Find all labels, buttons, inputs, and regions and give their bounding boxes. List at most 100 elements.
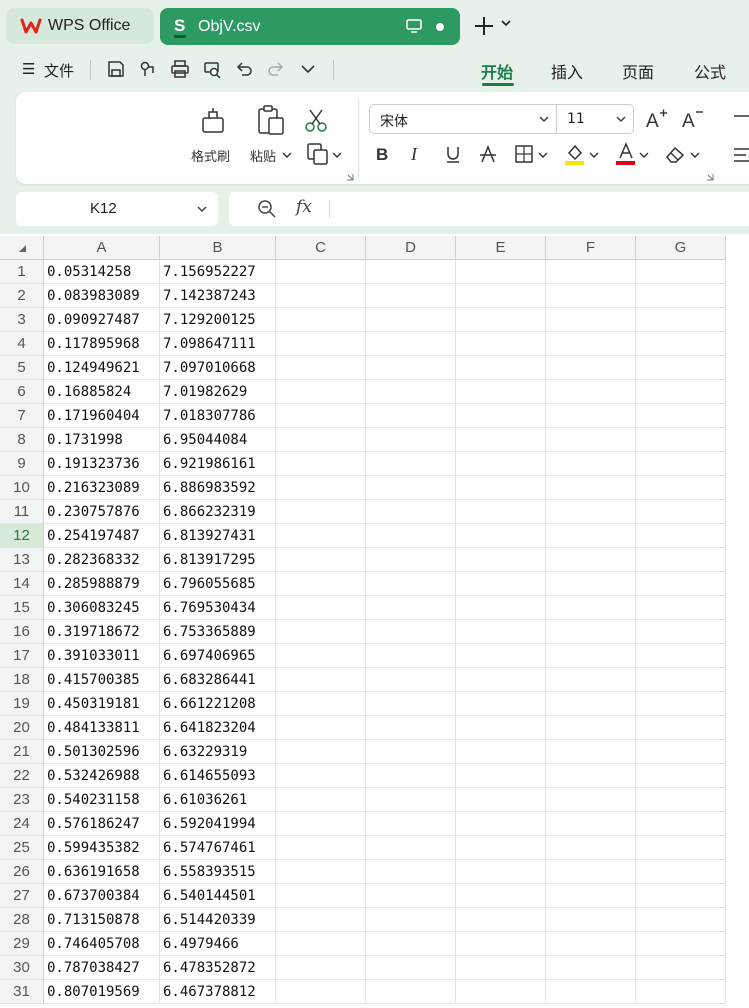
cell-e[interactable]	[456, 548, 546, 572]
paste-icon[interactable]	[256, 104, 286, 136]
cell-e[interactable]	[456, 884, 546, 908]
cell-b[interactable]: 6.467378812	[160, 980, 276, 1004]
cell-e[interactable]	[456, 692, 546, 716]
cell-d[interactable]	[366, 332, 456, 356]
row-header[interactable]: 18	[0, 668, 44, 692]
cell-g[interactable]	[636, 476, 726, 500]
cell-c[interactable]	[276, 932, 366, 956]
cell-a[interactable]: 0.230757876	[44, 500, 160, 524]
cell-f[interactable]	[546, 620, 636, 644]
column-header-b[interactable]: B	[160, 236, 276, 260]
cell-c[interactable]	[276, 308, 366, 332]
cell-d[interactable]	[366, 452, 456, 476]
cell-d[interactable]	[366, 836, 456, 860]
cell-f[interactable]	[546, 572, 636, 596]
clear-chevron-down-icon[interactable]	[690, 151, 700, 159]
cell-b[interactable]: 7.018307786	[160, 404, 276, 428]
cell-a[interactable]: 0.673700384	[44, 884, 160, 908]
cell-c[interactable]	[276, 380, 366, 404]
cell-d[interactable]	[366, 812, 456, 836]
cell-g[interactable]	[636, 380, 726, 404]
cell-f[interactable]	[546, 980, 636, 1004]
spreadsheet-grid[interactable]: A B C D E F G 1 0.05314258 7.156952227 2 0.08398308…	[0, 236, 749, 1008]
cell-b[interactable]: 7.156952227	[160, 260, 276, 284]
cell-a[interactable]: 0.191323736	[44, 452, 160, 476]
cell-d[interactable]	[366, 260, 456, 284]
fill-color-chevron-down-icon[interactable]	[589, 151, 599, 159]
cell-c[interactable]	[276, 404, 366, 428]
cell-b[interactable]: 6.63229319	[160, 740, 276, 764]
row-header[interactable]: 3	[0, 308, 44, 332]
increase-font-icon[interactable]: A	[645, 108, 669, 130]
tab-page[interactable]: 页面	[622, 59, 654, 83]
cell-a[interactable]: 0.540231158	[44, 788, 160, 812]
cell-e[interactable]	[456, 716, 546, 740]
cell-f[interactable]	[546, 260, 636, 284]
paste-chevron-down-icon[interactable]	[282, 151, 292, 159]
cell-d[interactable]	[366, 596, 456, 620]
cell-f[interactable]	[546, 788, 636, 812]
cell-g[interactable]	[636, 788, 726, 812]
row-header[interactable]: 19	[0, 692, 44, 716]
row-header[interactable]: 30	[0, 956, 44, 980]
cell-c[interactable]	[276, 596, 366, 620]
cell-e[interactable]	[456, 980, 546, 1004]
cell-f[interactable]	[546, 500, 636, 524]
cell-a[interactable]: 0.254197487	[44, 524, 160, 548]
borders-icon[interactable]	[514, 144, 534, 164]
cell-f[interactable]	[546, 524, 636, 548]
cell-d[interactable]	[366, 764, 456, 788]
row-header[interactable]: 28	[0, 908, 44, 932]
cell-d[interactable]	[366, 500, 456, 524]
cell-b[interactable]: 6.641823204	[160, 716, 276, 740]
print-preview-icon[interactable]	[202, 59, 222, 79]
cell-e[interactable]	[456, 404, 546, 428]
cell-b[interactable]: 6.478352872	[160, 956, 276, 980]
cell-c[interactable]	[276, 836, 366, 860]
row-header[interactable]: 6	[0, 380, 44, 404]
column-header-a[interactable]: A	[44, 236, 160, 260]
cell-f[interactable]	[546, 452, 636, 476]
cell-a[interactable]: 0.282368332	[44, 548, 160, 572]
cell-c[interactable]	[276, 692, 366, 716]
cell-d[interactable]	[366, 572, 456, 596]
cell-g[interactable]	[636, 764, 726, 788]
cell-g[interactable]	[636, 692, 726, 716]
cell-d[interactable]	[366, 548, 456, 572]
cell-g[interactable]	[636, 620, 726, 644]
cell-g[interactable]	[636, 836, 726, 860]
cell-b[interactable]: 6.558393515	[160, 860, 276, 884]
share-icon[interactable]	[138, 59, 158, 79]
cell-a[interactable]: 0.484133811	[44, 716, 160, 740]
cell-g[interactable]	[636, 428, 726, 452]
row-header[interactable]: 1	[0, 260, 44, 284]
fill-color-icon[interactable]	[564, 142, 586, 166]
cell-e[interactable]	[456, 860, 546, 884]
cell-g[interactable]	[636, 332, 726, 356]
cell-f[interactable]	[546, 740, 636, 764]
cell-c[interactable]	[276, 764, 366, 788]
cell-b[interactable]: 6.813917295	[160, 548, 276, 572]
cell-f[interactable]	[546, 812, 636, 836]
cell-a[interactable]: 0.636191658	[44, 860, 160, 884]
decrease-font-icon[interactable]: A	[681, 108, 705, 130]
tab-home[interactable]: 开始	[481, 59, 513, 83]
cell-c[interactable]	[276, 620, 366, 644]
cell-e[interactable]	[456, 380, 546, 404]
cell-a[interactable]: 0.787038427	[44, 956, 160, 980]
cell-c[interactable]	[276, 548, 366, 572]
cell-g[interactable]	[636, 644, 726, 668]
column-header-d[interactable]: D	[366, 236, 456, 260]
cell-e[interactable]	[456, 956, 546, 980]
cell-c[interactable]	[276, 284, 366, 308]
cell-c[interactable]	[276, 812, 366, 836]
row-header[interactable]: 27	[0, 884, 44, 908]
cell-d[interactable]	[366, 908, 456, 932]
cell-b[interactable]: 6.697406965	[160, 644, 276, 668]
cell-a[interactable]: 0.807019569	[44, 980, 160, 1004]
row-header[interactable]: 12	[0, 524, 44, 548]
cell-a[interactable]: 0.746405708	[44, 932, 160, 956]
cell-a[interactable]: 0.05314258	[44, 260, 160, 284]
cell-c[interactable]	[276, 740, 366, 764]
cell-a[interactable]: 0.391033011	[44, 644, 160, 668]
